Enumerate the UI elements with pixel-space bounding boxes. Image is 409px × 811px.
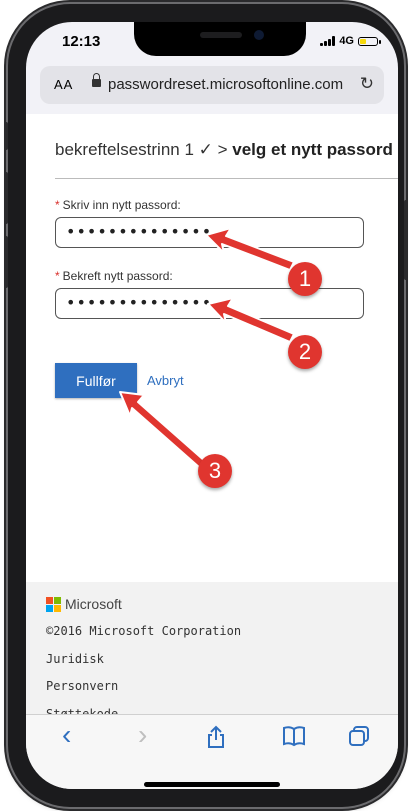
steps-current: velg et nytt passord: [232, 140, 393, 159]
step-breadcrumb: bekreftelsestrinn 1 ✓ > velg et nytt pas…: [55, 140, 398, 160]
annotation-badge-1: 1: [288, 262, 322, 296]
copyright: ©2016 Microsoft Corporation: [46, 624, 242, 638]
home-indicator[interactable]: [144, 782, 280, 787]
microsoft-logo: Microsoft: [46, 596, 122, 612]
network-type: 4G: [339, 35, 354, 47]
steps-prefix: bekreftelsestrinn 1 ✓ >: [55, 140, 233, 159]
footer-link-privacy[interactable]: Personvern: [46, 679, 118, 693]
cancel-link[interactable]: Avbryt: [147, 373, 184, 388]
share-icon[interactable]: [206, 725, 226, 755]
url-text[interactable]: passwordreset.microsoftonline.com: [108, 76, 343, 93]
status-indicators: 4G: [320, 35, 381, 47]
status-time: 12:13: [62, 33, 101, 50]
reload-icon[interactable]: ↻: [360, 74, 374, 94]
text-size-button[interactable]: AA: [54, 77, 73, 92]
new-password-input[interactable]: ••••••••••••••: [55, 217, 364, 248]
tabs-icon[interactable]: [348, 725, 370, 753]
divider: [55, 178, 398, 179]
signal-icon: [320, 36, 336, 46]
volume-down-button: [4, 236, 8, 288]
new-password-label: Skriv inn nytt passord:: [62, 198, 181, 212]
confirm-password-label: Bekreft nytt passord:: [62, 269, 173, 283]
back-icon[interactable]: ‹: [62, 719, 71, 751]
phone-screen: 12:13 4G AA passwordreset.microsoftonlin…: [26, 22, 398, 789]
new-password-label-row: * Skriv inn nytt passord:: [55, 198, 181, 212]
camera: [254, 30, 264, 40]
power-button: [404, 200, 408, 280]
notch: [134, 22, 306, 56]
confirm-password-input[interactable]: ••••••••••••••: [55, 288, 364, 319]
annotation-badge-3: 3: [198, 454, 232, 488]
address-bar[interactable]: AA passwordreset.microsoftonline.com ↻: [40, 66, 384, 104]
page-footer: Microsoft ©2016 Microsoft Corporation Ju…: [26, 582, 398, 724]
microsoft-logo-text: Microsoft: [65, 596, 122, 612]
microsoft-logo-icon: [46, 596, 61, 612]
silent-switch: [4, 122, 8, 150]
forward-icon[interactable]: ›: [138, 719, 147, 751]
footer-link-legal[interactable]: Juridisk: [46, 652, 104, 666]
book-icon[interactable]: [282, 725, 306, 753]
volume-up-button: [4, 172, 8, 224]
required-star: *: [55, 269, 60, 283]
annotation-badge-2: 2: [288, 335, 322, 369]
required-star: *: [55, 198, 60, 212]
finish-button[interactable]: Fullfør: [55, 363, 137, 398]
lock-icon: [92, 73, 101, 87]
battery-icon: [358, 36, 381, 46]
speaker: [200, 32, 242, 38]
phone-frame: 12:13 4G AA passwordreset.microsoftonlin…: [4, 4, 408, 807]
confirm-password-label-row: * Bekreft nytt passord:: [55, 269, 173, 283]
safari-toolbar: ‹ ›: [26, 714, 398, 789]
